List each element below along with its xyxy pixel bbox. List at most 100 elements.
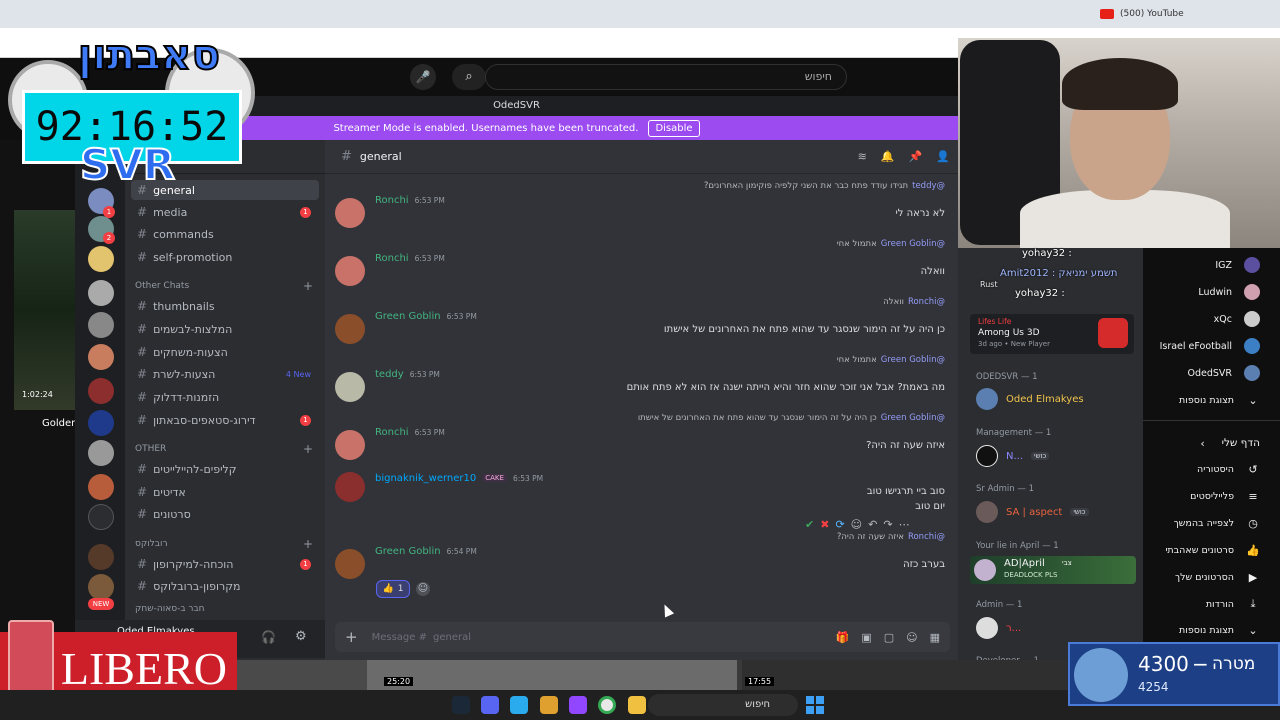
activity-card[interactable]: Lifes Life Among Us 3D 3d ago • New Play…	[970, 314, 1134, 354]
reply-preview[interactable]: @Green Goblin אתמול אחי	[335, 238, 945, 250]
add-reaction-icon[interactable]: ☺	[416, 582, 430, 596]
server-icon[interactable]	[88, 344, 114, 370]
channel-deadlock[interactable]: # הזמנות-דדלוק	[131, 387, 319, 407]
member-sradmin[interactable]: SA | aspect כושי	[976, 501, 1089, 523]
message[interactable]: @Ronchi איזה שעה זה היה? Green Goblin 6:54…	[335, 531, 945, 579]
subscription-igz[interactable]: IGZ	[1143, 254, 1278, 276]
plus-icon[interactable]: +	[345, 628, 358, 646]
steam-icon[interactable]	[452, 696, 470, 714]
add-channel-icon[interactable]: +	[303, 279, 313, 293]
reply-preview[interactable]: @Green Goblin כן היה על זה הימור שנסגר עד…	[335, 412, 945, 424]
avatar[interactable]	[335, 372, 365, 402]
message[interactable]: @Green Goblin כן היה על זה הימור שנסגר עד…	[335, 412, 945, 460]
avatar[interactable]	[335, 549, 365, 579]
message-composer[interactable]: + Message # general 🎁 ▣ ▢ ☺ ▦	[335, 622, 950, 652]
members-icon[interactable]: 👤	[936, 150, 950, 163]
apps-icon[interactable]: ▦	[930, 631, 940, 644]
chrome-icon[interactable]	[598, 696, 616, 714]
video-thumbnail[interactable]	[367, 660, 737, 690]
message[interactable]: bignaknik_werner10 CAKE 6:53 PM סוב ביי תר…	[335, 470, 945, 516]
channel-server-suggestions[interactable]: # הצעות-לשרת 4 New	[131, 364, 319, 384]
avatar[interactable]	[335, 472, 365, 502]
pin-icon[interactable]: 📌	[909, 150, 923, 163]
video-thumbnail[interactable]	[14, 210, 76, 410]
reply-preview[interactable]: @Green Goblin אתמול אחי	[335, 354, 945, 366]
message-author[interactable]: Ronchi	[375, 195, 409, 206]
show-more-you[interactable]: תצוגת נוספות ⌄	[1143, 619, 1278, 641]
channel-media[interactable]: # media 1	[131, 202, 319, 222]
you-section[interactable]: ‹ הדף שלי	[1143, 432, 1278, 454]
server-icon[interactable]	[88, 504, 114, 530]
message-author[interactable]: bignaknik_werner10	[375, 473, 476, 484]
nav-liked[interactable]: סרטונים שאהבתי 👍	[1143, 539, 1278, 561]
channel-edits[interactable]: # אדיטים	[131, 482, 319, 502]
channel-perfume[interactable]: # המלצות-לבשמים	[131, 319, 319, 339]
category-other-chats[interactable]: Other Chats	[135, 281, 189, 291]
show-more-subscriptions[interactable]: תצוגת נוספות ⌄	[1143, 389, 1278, 411]
message-author[interactable]: teddy	[375, 369, 404, 380]
windows-start-icon[interactable]	[806, 696, 824, 714]
message[interactable]: @Green Goblin אתמול אחי teddy 6:53 PM מה ב…	[335, 354, 945, 402]
nav-your-videos[interactable]: הסרטונים שלך ▶	[1143, 566, 1278, 588]
search-icon[interactable]: ⌕	[452, 64, 486, 90]
server-icon[interactable]	[88, 440, 114, 466]
subscription-odedsvr[interactable]: OdedSVR	[1143, 362, 1278, 384]
check-icon[interactable]: ✔	[805, 518, 814, 531]
message[interactable]: @teddy תגידו עודד פתח כבר את השני קלפיה פ…	[335, 180, 945, 228]
server-icon[interactable]	[88, 544, 114, 570]
channel-game-suggestions[interactable]: # הצעות-משחקים	[131, 342, 319, 362]
taskbar-search[interactable]: חיפוש	[648, 694, 798, 716]
message-author[interactable]: Green Goblin	[375, 311, 441, 322]
channel-roblox-mic[interactable]: # מקרופון-ברובלוקס	[131, 576, 319, 596]
avatar[interactable]	[335, 430, 365, 460]
subscription-israel-efootball[interactable]: Israel eFootball	[1143, 335, 1278, 357]
member-april-card[interactable]: AD|April צבי DEADLOCK PLS	[970, 556, 1136, 584]
gift-icon[interactable]: 🎁	[836, 631, 850, 644]
discord-icon[interactable]	[481, 696, 499, 714]
channel-self-promotion[interactable]: # self-promotion	[131, 247, 319, 267]
app-icon[interactable]	[569, 696, 587, 714]
gif-icon[interactable]: ▣	[861, 631, 871, 644]
member-admin[interactable]: ר...	[976, 617, 1021, 639]
message-author[interactable]: Ronchi	[375, 253, 409, 264]
channel-setups[interactable]: # דירוג-סטאפים-סבאתון 1	[131, 410, 319, 430]
server-icon[interactable]	[88, 280, 114, 306]
emoji-icon[interactable]: ☺	[906, 631, 917, 644]
channel-clips[interactable]: # קליפים-להיילייטים	[131, 459, 319, 479]
app-icon[interactable]	[540, 696, 558, 714]
telegram-icon[interactable]	[510, 696, 528, 714]
channel-commands[interactable]: # commands	[131, 224, 319, 244]
sticker-icon[interactable]: ▢	[884, 631, 894, 644]
disable-button[interactable]: Disable	[648, 119, 700, 137]
bell-icon[interactable]: 🔔	[881, 150, 895, 163]
reply-preview[interactable]: @Ronchi איזה שעה זה היה?	[335, 531, 945, 543]
channel-thumbnails[interactable]: # thumbnails	[131, 296, 319, 316]
search-input[interactable]: חיפוש	[485, 64, 847, 90]
avatar[interactable]	[335, 198, 365, 228]
video-title[interactable]: Golden	[42, 418, 77, 429]
explorer-icon[interactable]	[628, 696, 646, 714]
message[interactable]: @Green Goblin אתמול אחי Ronchi 6:53 PM ווא…	[335, 238, 945, 286]
subscription-xqc[interactable]: xQc	[1143, 308, 1278, 330]
server-icon[interactable]	[88, 312, 114, 338]
reply-icon[interactable]: ↶	[868, 518, 877, 531]
server-icon[interactable]	[88, 246, 114, 272]
subscription-ludwin[interactable]: Ludwin	[1143, 281, 1278, 303]
nav-history[interactable]: היסטוריה ↺	[1143, 458, 1278, 480]
nav-downloads[interactable]: הורדות ⤓	[1143, 593, 1278, 615]
reply-preview[interactable]: @Ronchi וואלה	[335, 296, 945, 308]
category-more[interactable]: חבר ב-סאוה-שחק	[135, 604, 205, 614]
server-icon[interactable]	[88, 378, 114, 404]
browser-tab-youtube[interactable]: (500) YouTube	[1100, 4, 1260, 24]
message-author[interactable]: Green Goblin	[375, 546, 441, 557]
gear-icon[interactable]: ⚙	[295, 629, 307, 644]
avatar[interactable]	[335, 314, 365, 344]
repeat-icon[interactable]: ⟳	[835, 518, 844, 531]
message-author[interactable]: Ronchi	[375, 427, 409, 438]
reply-preview[interactable]: @teddy תגידו עודד פתח כבר את השני קלפיה פ…	[335, 180, 945, 192]
forward-icon[interactable]: ↷	[883, 518, 892, 531]
headset-icon[interactable]: 🎧	[261, 630, 276, 644]
server-icon[interactable]	[88, 474, 114, 500]
server-icon[interactable]	[88, 410, 114, 436]
member-management[interactable]: N... כושי	[976, 445, 1050, 467]
